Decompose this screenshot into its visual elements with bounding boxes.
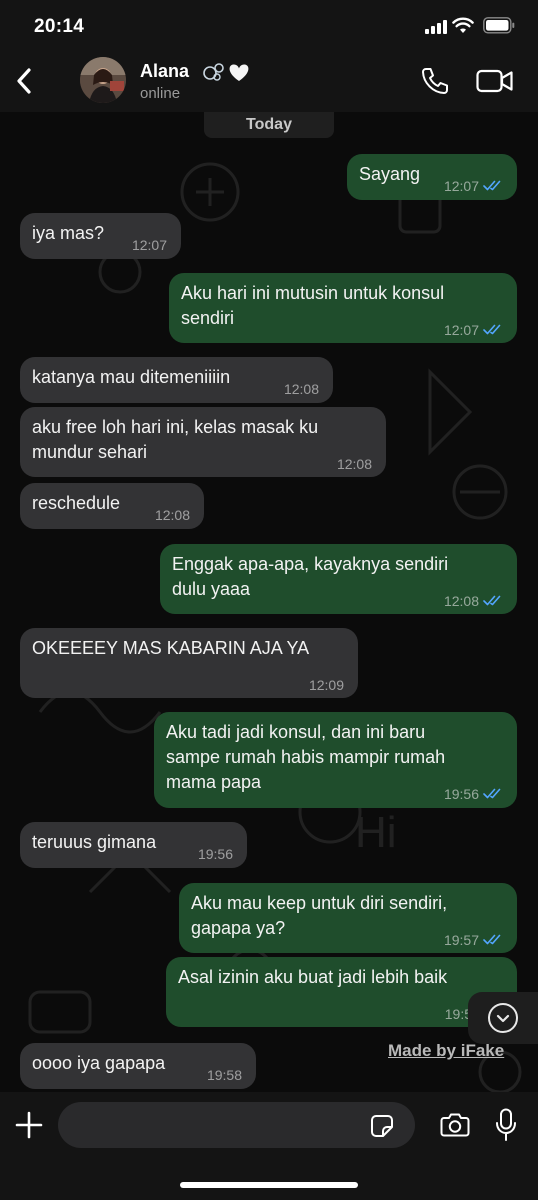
message-time: 19:58 [206, 1067, 242, 1083]
message-text: Aku mau keep untuk diri sendiri, gapapa … [191, 893, 448, 938]
message-time: 19:56 [197, 846, 233, 862]
message-bubble-incoming[interactable]: OKEEEEY MAS KABARIN AJA YA 12:09 [20, 628, 358, 698]
message-text: Enggak apa-apa, kayaknya sendiri dulu ya… [172, 554, 449, 599]
message-text: Aku hari ini mutusin untuk konsul sendir… [181, 283, 445, 328]
double-check-icon [483, 324, 501, 335]
microphone-icon[interactable] [495, 1108, 517, 1142]
message-text: oooo iya gapapa [32, 1053, 166, 1073]
bubbles-heart-emoji [203, 63, 249, 81]
double-check-icon [483, 934, 501, 945]
message-text: Aku tadi jadi konsul, dan ini baru sampe… [166, 722, 446, 792]
message-time: 19:56 [443, 786, 479, 802]
watermark-text: Made by iFake [388, 1041, 505, 1060]
plus-icon[interactable] [14, 1110, 44, 1140]
message-time: 12:08 [283, 381, 319, 397]
message-bubble-incoming[interactable]: katanya mau ditemeniiiin 12:08 [20, 357, 333, 403]
avatar[interactable] [80, 57, 126, 103]
message-text: aku free loh hari ini, kelas masak ku mu… [32, 417, 319, 462]
message-text: Asal izinin aku buat jadi lebih baik [178, 967, 448, 987]
message-text: katanya mau ditemeniiiin [32, 367, 231, 387]
message-meta: 12:08 [444, 589, 503, 614]
message-bubble-incoming[interactable]: reschedule 12:08 [20, 483, 204, 529]
message-time: 19:57 [443, 932, 479, 948]
message-meta: 12:07 [444, 318, 503, 343]
message-time: 12:07 [443, 178, 479, 194]
home-indicator [180, 1182, 358, 1188]
message-bubble-incoming[interactable]: teruuus gimana 19:56 [20, 822, 247, 868]
message-bubble-outgoing[interactable]: Aku mau keep untuk diri sendiri, gapapa … [179, 883, 517, 953]
phone-icon[interactable] [420, 66, 450, 96]
message-time: 12:08 [443, 593, 479, 609]
contact-name[interactable]: Alana [140, 61, 189, 82]
message-bubble-incoming[interactable]: iya mas? 12:07 [20, 213, 181, 259]
message-bubble-incoming[interactable]: aku free loh hari ini, kelas masak ku mu… [20, 407, 386, 477]
double-check-icon [483, 595, 501, 606]
back-chevron-icon[interactable] [10, 62, 40, 100]
message-time: 12:07 [131, 237, 167, 253]
message-meta: 12:07 [444, 174, 503, 199]
message-bubble-outgoing[interactable]: Aku tadi jadi konsul, dan ini baru sampe… [154, 712, 517, 808]
message-bubble-outgoing[interactable]: Aku hari ini mutusin untuk konsul sendir… [169, 273, 517, 343]
camera-icon[interactable] [440, 1112, 470, 1138]
cellular-signal-icon [425, 20, 447, 34]
message-text: reschedule [32, 493, 121, 513]
message-time: 12:09 [308, 677, 344, 693]
battery-icon [483, 17, 515, 34]
chat-area[interactable]: Hi Today Sayang 12:07 iya mas? 12:07 Aku… [0, 112, 538, 1092]
message-input[interactable] [58, 1102, 415, 1148]
message-input-bar [0, 1092, 538, 1200]
scroll-to-bottom-button[interactable] [468, 992, 538, 1044]
chat-header: Alana online [0, 52, 538, 112]
contact-status: online [140, 85, 181, 102]
status-time: 20:14 [34, 16, 85, 37]
sticker-icon[interactable] [370, 1114, 394, 1138]
message-bubble-incoming[interactable]: oooo iya gapapa 19:58 [20, 1043, 256, 1089]
message-text: iya mas? [32, 223, 105, 243]
message-bubble-outgoing[interactable]: Enggak apa-apa, kayaknya sendiri dulu ya… [160, 544, 517, 614]
svg-text:Hi: Hi [355, 808, 397, 857]
wifi-icon [452, 17, 474, 33]
message-time: 12:08 [154, 507, 190, 523]
message-bubble-outgoing[interactable]: Sayang 12:07 [347, 154, 517, 200]
message-text: teruuus gimana [32, 832, 157, 852]
date-divider: Today [204, 112, 334, 138]
message-time: 12:08 [336, 456, 372, 472]
message-bubble-outgoing[interactable]: Asal izinin aku buat jadi lebih baik 19:… [166, 957, 517, 1027]
message-meta: 19:56 [444, 782, 503, 807]
double-check-icon [483, 788, 501, 799]
message-time: 12:07 [443, 322, 479, 338]
message-text: Sayang [359, 164, 421, 184]
chevron-down-icon [488, 1003, 518, 1033]
status-bar: 20:14 [0, 0, 538, 52]
message-text: OKEEEEY MAS KABARIN AJA YA [32, 638, 310, 658]
message-meta: 19:57 [444, 928, 503, 953]
video-camera-icon[interactable] [476, 68, 514, 94]
double-check-icon [483, 180, 501, 191]
